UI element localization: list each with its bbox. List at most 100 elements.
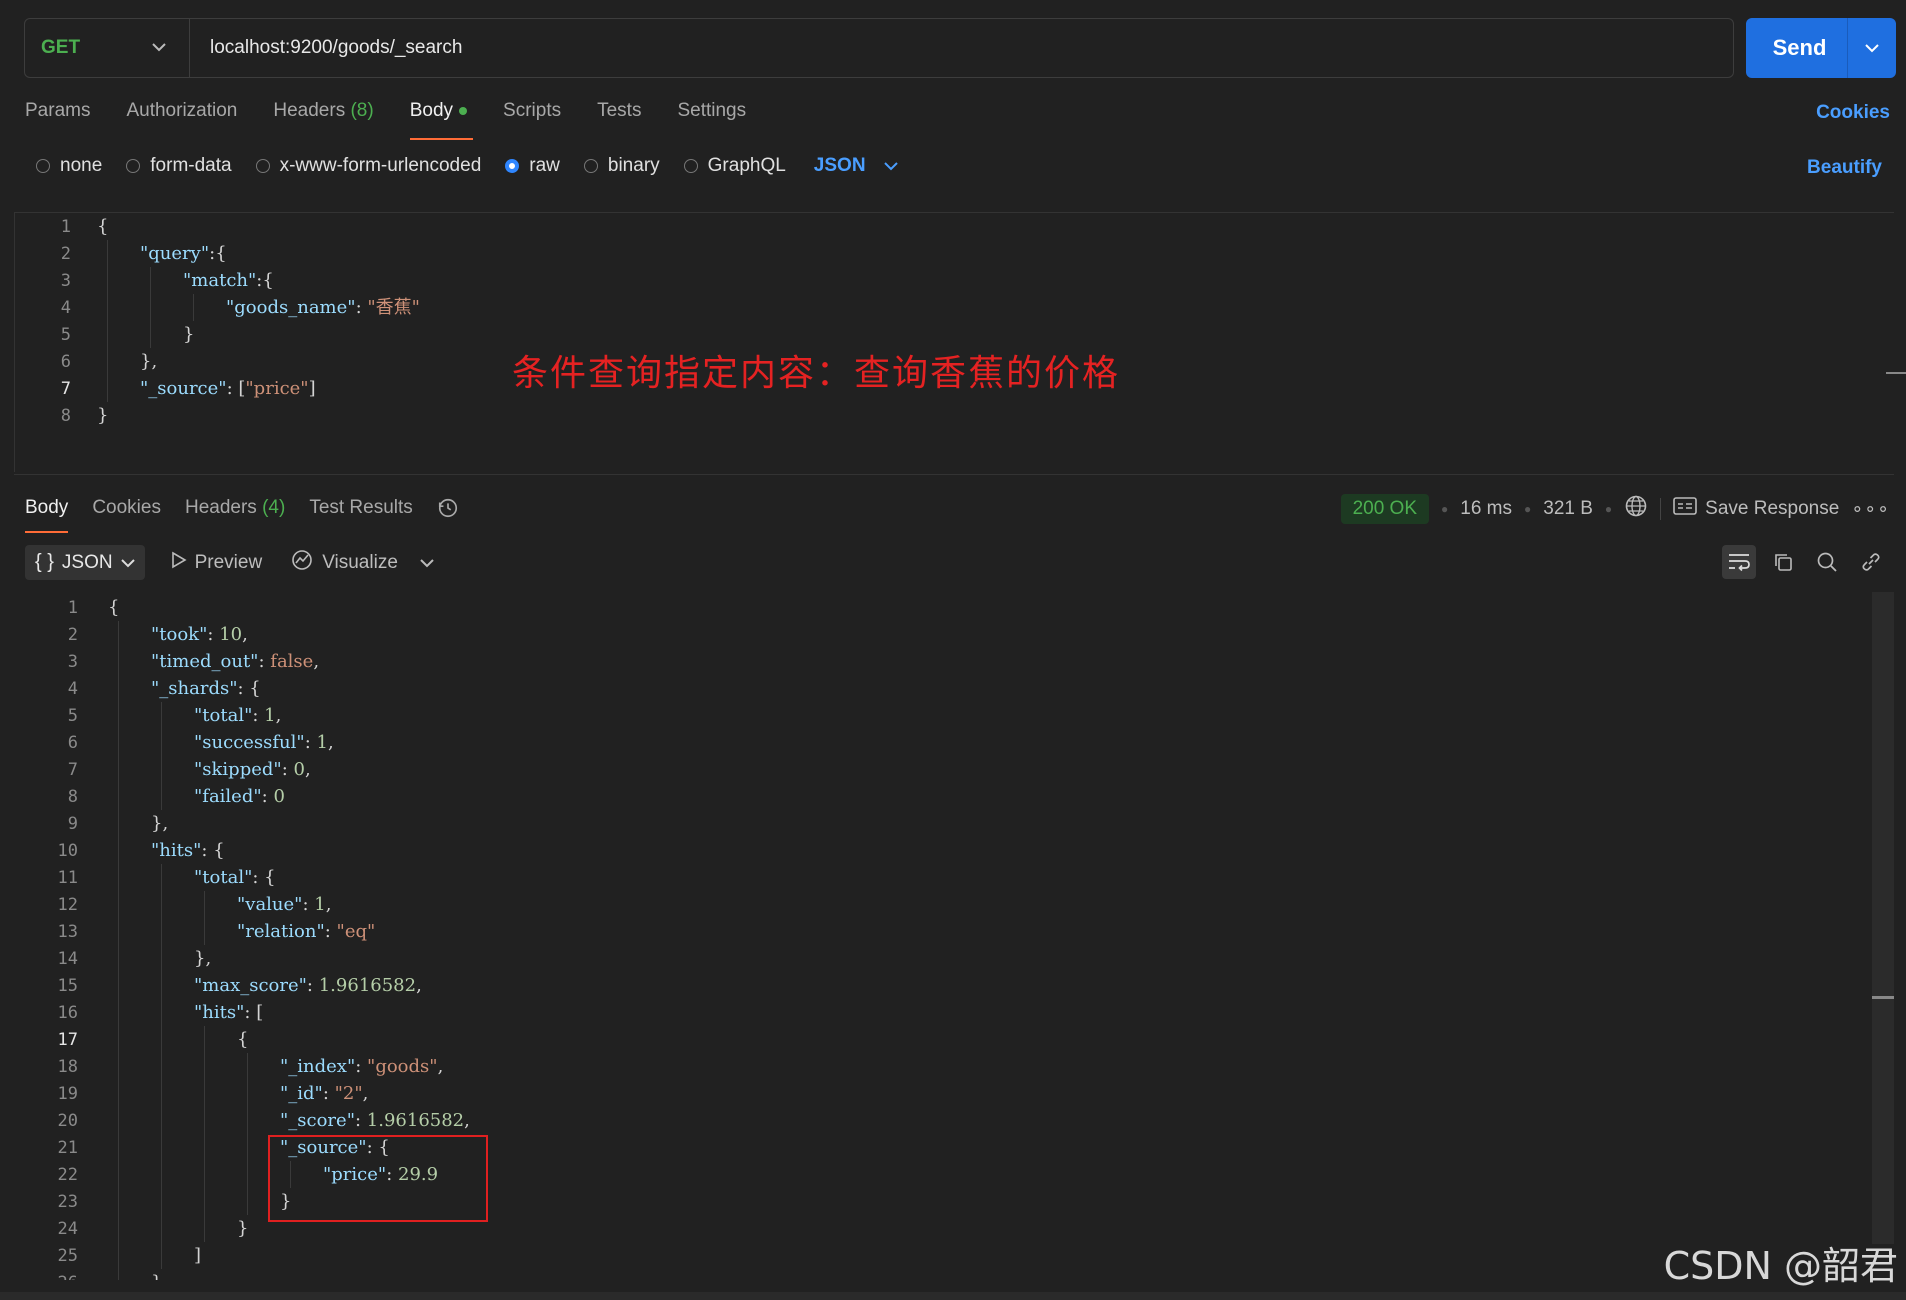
headers-count: (4) xyxy=(262,497,286,518)
indent-guide xyxy=(150,267,151,294)
response-size[interactable]: 321 B xyxy=(1543,498,1593,520)
indent-guide xyxy=(118,1134,119,1161)
indent-guide xyxy=(150,321,151,348)
indent-guide xyxy=(161,729,162,756)
send-options-chevron-down-icon[interactable] xyxy=(1847,18,1896,78)
indent-guide xyxy=(118,1242,119,1269)
link-icon[interactable] xyxy=(1854,545,1888,579)
radio-form-data[interactable]: form-data xyxy=(126,155,232,177)
preview-button[interactable]: Preview xyxy=(171,551,263,575)
save-response-button[interactable]: Save Response xyxy=(1673,496,1839,522)
indent-guide xyxy=(247,1053,248,1080)
status-badge[interactable]: 200 OK xyxy=(1340,494,1429,524)
response-format-select[interactable]: { } JSON xyxy=(25,545,145,580)
separator-dot: ● xyxy=(1441,502,1449,516)
tab-tests[interactable]: Tests xyxy=(597,100,641,140)
history-icon[interactable] xyxy=(437,497,459,533)
line-number: 7 xyxy=(67,760,78,780)
line-number: 25 xyxy=(57,1246,78,1266)
line-number: 5 xyxy=(60,325,71,345)
send-button[interactable]: Send xyxy=(1746,18,1896,78)
line-number: 10 xyxy=(57,841,78,861)
indent-guide xyxy=(161,1134,162,1161)
braces-icon: { } xyxy=(35,551,54,573)
tab-label: Test Results xyxy=(309,497,413,518)
search-icon[interactable] xyxy=(1810,545,1844,579)
visualize-label: Visualize xyxy=(322,551,398,573)
indent-guide xyxy=(118,864,119,891)
tab-settings[interactable]: Settings xyxy=(677,100,746,140)
indent-guide xyxy=(204,1134,205,1161)
line-number: 15 xyxy=(57,976,78,996)
indent-guide xyxy=(161,1107,162,1134)
radio-urlencoded[interactable]: x-www-form-urlencoded xyxy=(255,155,481,177)
status-bar xyxy=(0,1292,1906,1300)
line-number: 13 xyxy=(57,922,78,942)
divider xyxy=(1660,498,1662,520)
highlight-box xyxy=(268,1135,488,1222)
chevron-down-icon[interactable] xyxy=(420,552,434,574)
indent-guide xyxy=(247,1080,248,1107)
resp-tab-test-results[interactable]: Test Results xyxy=(309,497,412,533)
radio-binary[interactable]: binary xyxy=(583,155,660,177)
code-line: "relation": "eq" xyxy=(237,921,376,942)
cookies-link[interactable]: Cookies xyxy=(1816,102,1890,124)
line-number: 1 xyxy=(67,598,78,618)
code-line: }, xyxy=(194,948,212,969)
method-select[interactable]: GET xyxy=(25,19,190,77)
line-number: 9 xyxy=(67,814,78,834)
indent-guide xyxy=(107,294,108,321)
indent-guide xyxy=(161,1053,162,1080)
resp-tab-headers[interactable]: Headers (4) xyxy=(185,497,285,533)
code-line: } xyxy=(151,1269,162,1280)
beautify-button[interactable]: Beautify xyxy=(1807,157,1882,179)
code-line: "skipped": 0, xyxy=(194,759,311,780)
tab-params[interactable]: Params xyxy=(25,100,90,140)
request-body-editor[interactable]: 1 {2 "query":{3 "match":{4 "goods_name": "香蕉… xyxy=(14,212,1894,472)
radio-none[interactable]: none xyxy=(36,155,102,177)
tab-headers[interactable]: Headers (8) xyxy=(273,100,373,140)
indent-guide xyxy=(107,321,108,348)
radio-circle xyxy=(126,159,141,173)
radio-graphql[interactable]: GraphQL xyxy=(683,155,786,177)
visualize-button[interactable]: Visualize xyxy=(290,548,434,578)
code-line: "query":{ xyxy=(140,243,227,264)
url-input[interactable]: localhost:9200/goods/_search xyxy=(190,37,462,59)
resp-tab-cookies[interactable]: Cookies xyxy=(92,497,161,533)
tab-scripts[interactable]: Scripts xyxy=(503,100,561,140)
wrap-icon[interactable] xyxy=(1722,545,1756,579)
line-number: 18 xyxy=(57,1057,78,1077)
indent-guide xyxy=(118,783,119,810)
line-number: 5 xyxy=(67,706,78,726)
response-time[interactable]: 16 ms xyxy=(1460,498,1512,520)
request-url-bar: GET localhost:9200/goods/_search xyxy=(24,18,1734,78)
preview-label: Preview xyxy=(194,551,263,573)
chevron-down-icon xyxy=(120,552,135,574)
watermark: CSDN @韶君 xyxy=(1663,1244,1898,1288)
copy-icon[interactable] xyxy=(1766,545,1800,579)
code-line: "took": 10, xyxy=(151,624,248,645)
resp-tab-body[interactable]: Body xyxy=(25,497,69,533)
line-number: 2 xyxy=(60,244,71,264)
line-number: 6 xyxy=(60,352,71,372)
code-line: "_id": "2", xyxy=(280,1083,369,1104)
tab-body[interactable]: Body xyxy=(409,100,474,140)
radio-raw[interactable]: raw xyxy=(505,155,560,177)
tab-label: Headers xyxy=(273,100,346,121)
globe-icon[interactable] xyxy=(1624,494,1648,524)
indent-guide xyxy=(204,918,205,945)
tab-authorization[interactable]: Authorization xyxy=(126,100,237,140)
indent-guide xyxy=(118,1161,119,1188)
indent-guide xyxy=(204,1026,205,1053)
response-scrollbar[interactable] xyxy=(1872,592,1894,1244)
radio-label: GraphQL xyxy=(707,155,786,176)
indent-guide xyxy=(161,702,162,729)
annotation-text: 条件查询指定内容：查询香蕉的价格 xyxy=(512,353,1121,394)
code-line: { xyxy=(108,597,120,618)
line-number: 14 xyxy=(57,949,78,969)
more-icon[interactable]: ∘∘∘ xyxy=(1851,498,1890,521)
tab-label: Scripts xyxy=(503,100,562,121)
raw-format-select[interactable]: JSON xyxy=(814,155,898,177)
line-number: 1 xyxy=(60,217,71,237)
code-line: "_shards": { xyxy=(151,678,261,699)
